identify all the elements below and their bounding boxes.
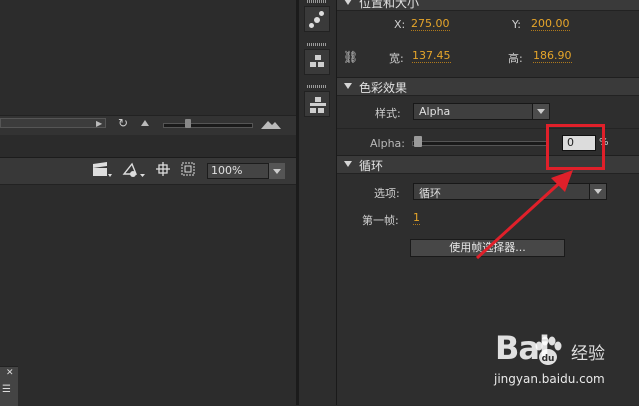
y-label: Y: [512, 18, 521, 31]
first-frame-label: 第一帧: [362, 214, 399, 227]
baidu-paw-icon: du [535, 336, 562, 365]
timeline-zoom-slider-thumb[interactable] [185, 119, 191, 128]
center-stage-crosshair-icon[interactable] [156, 162, 170, 176]
style-select-value: Alpha [419, 105, 451, 118]
width-label: 宽: [389, 52, 404, 65]
loop-playback-icon[interactable]: ↻ [118, 116, 128, 130]
width-value[interactable]: 137.45 [412, 50, 451, 63]
style-select[interactable]: Alpha [413, 103, 550, 120]
y-value[interactable]: 200.00 [531, 18, 570, 31]
style-label: 样式: [375, 107, 401, 120]
zoom-dropdown-arrow-icon[interactable] [268, 163, 285, 179]
alpha-slider-thumb[interactable] [414, 136, 422, 147]
clip-stage-icon[interactable] [181, 162, 195, 176]
option-label: 选项: [374, 187, 400, 200]
components-blocks-icon[interactable] [304, 91, 330, 117]
height-value[interactable]: 186.90 [533, 50, 572, 63]
collapse-triangle-icon[interactable] [344, 161, 352, 167]
alpha-label: Alpha: [370, 137, 405, 150]
height-label: 高: [508, 52, 523, 65]
motion-presets-dots-icon[interactable] [304, 6, 330, 32]
edit-symbol-icon[interactable] [122, 162, 146, 178]
grip-handle[interactable] [307, 43, 327, 46]
grip-handle[interactable] [307, 0, 327, 3]
x-value[interactable]: 275.00 [411, 18, 450, 31]
section-title: 循环 [359, 159, 384, 173]
section-header-color-effect[interactable]: 色彩效果 [337, 77, 639, 96]
scroll-right-arrow-icon[interactable]: ▶ [96, 119, 102, 128]
first-frame-value[interactable]: 1 [413, 212, 420, 225]
timeline-zoom-slider[interactable] [163, 123, 253, 128]
zoom-value: 100% [211, 164, 243, 177]
zoom-in-mountain-icon[interactable] [261, 119, 281, 129]
grip-handle[interactable] [307, 85, 327, 88]
annotation-arrow [475, 170, 573, 260]
svg-text:du: du [542, 354, 555, 364]
align-blocks-icon[interactable] [304, 49, 330, 75]
watermark-brand-right: 经验 [571, 344, 605, 364]
alpha-slider[interactable] [412, 141, 549, 146]
timeline-divider [0, 135, 296, 158]
chevron-down-icon[interactable] [589, 184, 606, 199]
chevron-down-icon[interactable] [532, 104, 549, 119]
stage-canvas[interactable] [0, 185, 296, 405]
zoom-out-mountain-icon[interactable] [141, 120, 149, 126]
section-header-position-size[interactable]: 位置和大小 [337, 0, 639, 11]
watermark-url: jingyan.baidu.com [494, 372, 605, 386]
close-icon[interactable]: ✕ [6, 368, 14, 378]
collapse-triangle-icon[interactable] [344, 83, 352, 89]
stage-canvas-top[interactable] [0, 0, 296, 115]
lock-proportions-link-icon[interactable]: ⛓ [343, 50, 358, 64]
section-title: 位置和大小 [359, 0, 420, 10]
horizontal-scrollbar[interactable] [0, 118, 106, 128]
edit-scene-clapper-icon[interactable] [92, 162, 112, 178]
collapse-triangle-icon[interactable] [344, 0, 352, 5]
x-label: X: [394, 18, 406, 31]
loop-option-value: 循环 [419, 187, 441, 200]
panel-menu-icon[interactable]: ☰ [2, 384, 11, 395]
section-title: 色彩效果 [359, 81, 408, 95]
